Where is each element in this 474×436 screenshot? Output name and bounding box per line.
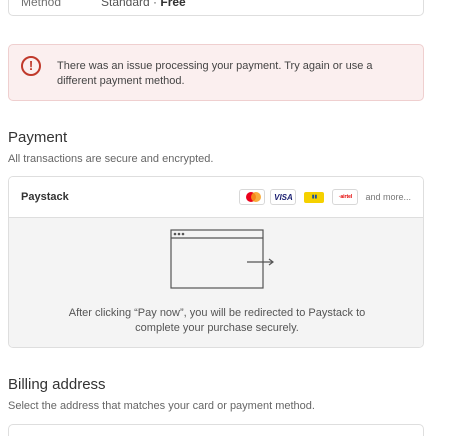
payment-title: Payment xyxy=(8,129,68,146)
browser-redirect-icon xyxy=(170,229,274,289)
method-value-strong: Free xyxy=(160,0,186,9)
airtel-money-icon: ◦airtel xyxy=(332,189,359,205)
billing-subtitle: Select the address that matches your car… xyxy=(8,400,315,412)
redirect-info-panel: After clicking “Pay now”, you will be re… xyxy=(9,218,423,347)
method-value-prefix: Standard · xyxy=(101,0,161,9)
billing-title: Billing address xyxy=(8,376,106,393)
paystack-option[interactable]: Paystack VISA ▮▮ ◦airtel and more... xyxy=(9,177,423,218)
payment-subtitle: All transactions are secure and encrypte… xyxy=(8,153,214,165)
method-label: Method xyxy=(21,0,62,9)
mastercard-icon xyxy=(239,189,266,205)
shipping-method-card: Method Standard · Free xyxy=(8,0,424,16)
payment-provider-name: Paystack xyxy=(21,191,69,203)
more-brands-label: and more... xyxy=(365,192,411,202)
visa-icon: VISA xyxy=(270,189,297,205)
verve-icon: ▮▮ xyxy=(301,189,328,205)
payment-method-box: Paystack VISA ▮▮ ◦airtel and more... Aft… xyxy=(8,176,424,348)
exclamation-circle-icon: ! xyxy=(21,56,41,76)
payment-error-banner: ! There was an issue processing your pay… xyxy=(8,44,424,101)
redirect-message: After clicking “Pay now”, you will be re… xyxy=(68,307,366,334)
visa-label: VISA xyxy=(274,192,293,202)
card-brand-badges: VISA ▮▮ ◦airtel and more... xyxy=(239,189,411,205)
error-message: There was an issue processing your payme… xyxy=(57,60,373,87)
method-value: Standard · Free xyxy=(101,0,186,9)
billing-address-options[interactable] xyxy=(8,424,424,436)
